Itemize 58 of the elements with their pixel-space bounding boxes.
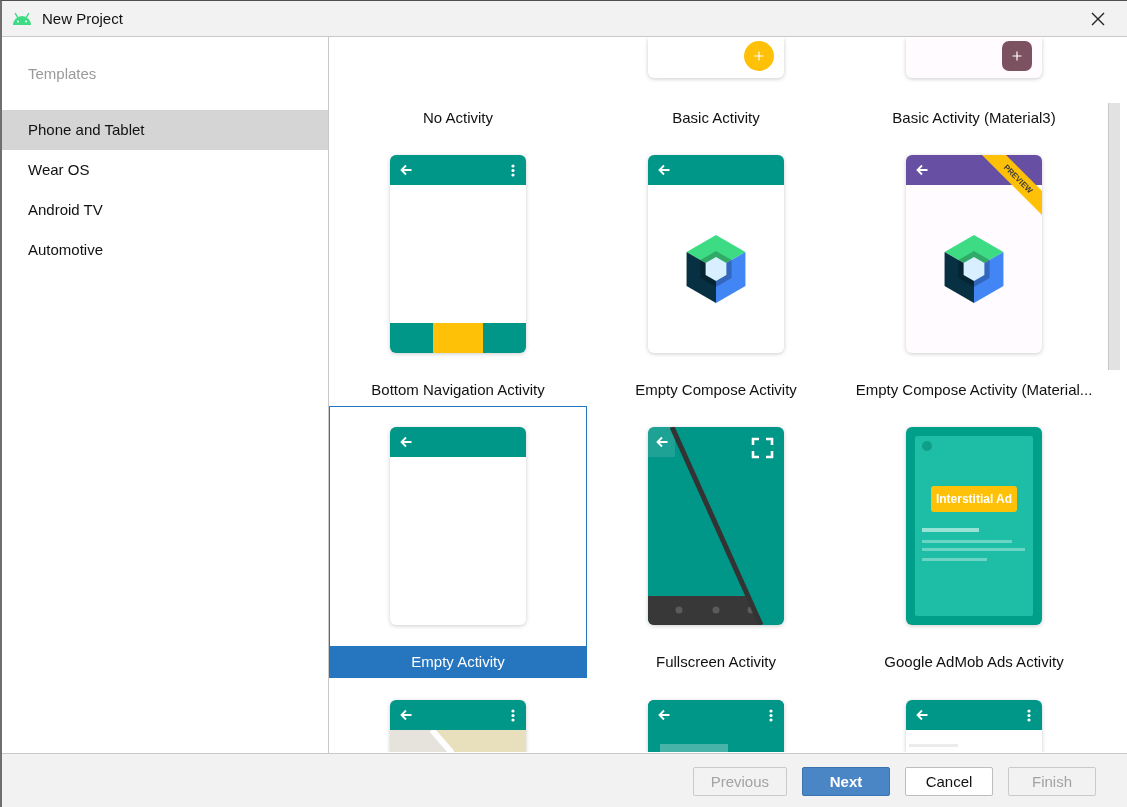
- content-block: [660, 744, 728, 752]
- dot-icon: [922, 441, 932, 451]
- template-tile[interactable]: Empty Activity: [329, 406, 587, 678]
- dialog-button[interactable]: Next: [802, 767, 890, 796]
- template-tile[interactable]: Empty Compose Activity: [587, 134, 845, 406]
- nav-tab: [483, 323, 526, 353]
- close-icon: [1091, 11, 1105, 26]
- add-fab-icon: [1002, 41, 1032, 71]
- nav-dot: [747, 606, 755, 614]
- template-label: Bottom Navigation Activity: [370, 380, 546, 400]
- template-label: Empty Compose Activity: [634, 380, 798, 400]
- more-vertical-icon: [1027, 708, 1031, 722]
- nav-tab: [433, 323, 483, 353]
- text-line: [922, 558, 987, 561]
- template-tile[interactable]: Basic Activity: [587, 37, 845, 134]
- sidebar-item[interactable]: Phone and Tablet: [2, 110, 328, 150]
- more-vertical-icon: [511, 163, 515, 177]
- hexagon-logo-icon: [686, 235, 746, 303]
- template-tile[interactable]: Bottom Navigation Activity: [329, 134, 587, 406]
- template-label: Basic Activity: [671, 108, 761, 128]
- template-label: Basic Activity (Material3): [891, 108, 1057, 128]
- ad-label: Interstitial Ad: [930, 486, 1018, 512]
- back-arrow-icon: [400, 164, 412, 176]
- sidebar-item[interactable]: Android TV: [2, 190, 328, 230]
- more-vertical-icon: [511, 708, 515, 722]
- back-arrow-icon: [400, 436, 412, 448]
- back-arrow-icon: [658, 709, 670, 721]
- template-label: Empty Compose Activity (Material...: [854, 380, 1094, 400]
- corner-ribbon: [982, 155, 1042, 215]
- dialog-button[interactable]: Cancel: [905, 767, 993, 796]
- template-label: Fullscreen Activity: [654, 652, 777, 672]
- close-button[interactable]: [1091, 11, 1105, 26]
- template-tile[interactable]: Basic Activity (Material3): [845, 37, 1103, 134]
- sidebar-item[interactable]: Automotive: [2, 230, 328, 270]
- fullscreen-icon: [751, 437, 774, 459]
- back-arrow-icon: [400, 709, 412, 721]
- robot-head-icon: [12, 12, 32, 25]
- scrollbar-thumb[interactable]: [1108, 103, 1120, 370]
- template-label: No Activity: [422, 108, 494, 128]
- more-vertical-icon: [769, 708, 773, 722]
- window-title: New Project: [42, 10, 123, 27]
- template-label: Google AdMob Ads Activity: [883, 652, 1065, 672]
- template-tile[interactable]: Fullscreen Activity: [587, 406, 845, 678]
- back-arrow-icon: [916, 709, 928, 721]
- corner-tile: [648, 427, 675, 457]
- back-arrow-icon: [658, 164, 670, 176]
- nav-dot: [675, 606, 683, 614]
- sidebar-heading: Templates: [28, 64, 97, 84]
- template-tile[interactable]: No Activity: [329, 37, 587, 134]
- nav-dot: [712, 606, 720, 614]
- hexagon-logo-icon: [944, 235, 1004, 303]
- sidebar-item[interactable]: Wear OS: [2, 150, 328, 190]
- template-label: Empty Activity: [330, 646, 586, 677]
- template-tile[interactable]: Interstitial Ad Google AdMob Ads Activity: [845, 406, 1103, 678]
- add-fab-icon: [744, 41, 774, 71]
- back-arrow-icon: [916, 164, 928, 176]
- nav-tab: [390, 323, 433, 353]
- back-arrow-icon: [656, 436, 669, 448]
